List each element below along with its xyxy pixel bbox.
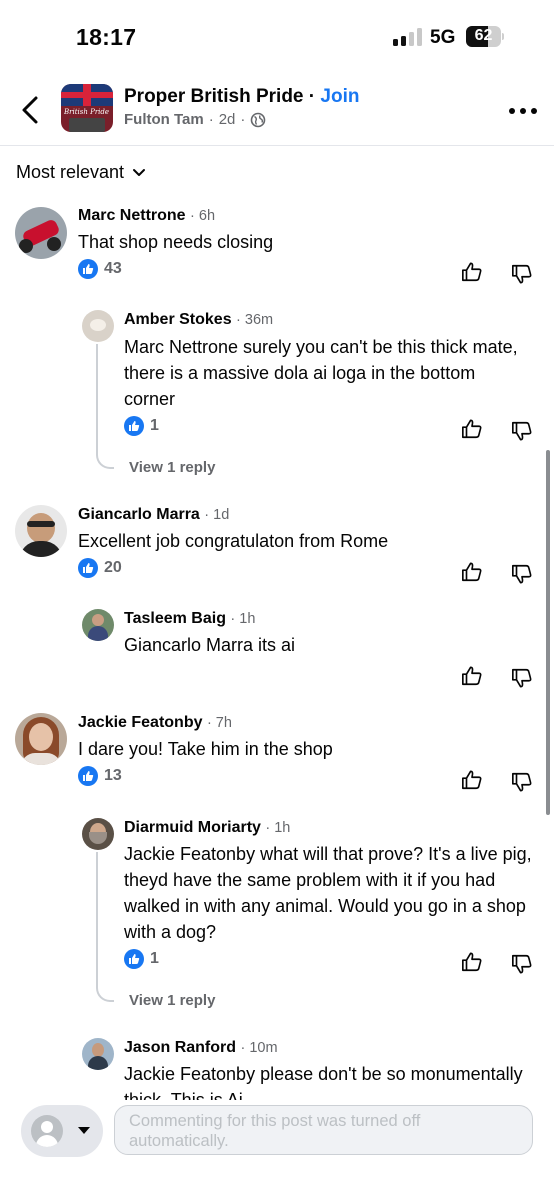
comment-text: Marc Nettrone surely you can't be this t…	[124, 337, 518, 409]
network-type: 5G	[430, 27, 456, 48]
thread-line	[96, 852, 114, 1002]
view-replies-button[interactable]: View 1 reply	[129, 992, 215, 1009]
post-header: British Pride Proper British Pride · Joi…	[0, 72, 554, 146]
thumbs-down-icon	[512, 954, 532, 974]
thumbs-up-icon	[462, 262, 482, 282]
battery-level: 62	[474, 27, 493, 44]
globe-icon	[251, 112, 266, 127]
comment-author: Jackie Featonby · 7h	[78, 714, 232, 731]
thumbs-up-icon	[462, 419, 482, 439]
downvote-button[interactable]	[511, 953, 533, 975]
post-meta: Fulton Tam · 2d ·	[124, 111, 266, 128]
like-badge-icon	[124, 949, 144, 969]
thumbs-down-icon	[512, 772, 532, 792]
meta-separator: ·	[208, 111, 214, 128]
avatar[interactable]	[15, 505, 67, 557]
group-avatar-logo: British Pride	[64, 108, 110, 116]
more-options-button[interactable]	[509, 108, 537, 114]
downvote-button[interactable]	[511, 263, 533, 285]
like-badge-icon	[78, 259, 98, 279]
comment-input[interactable]: Commenting for this post was turned off …	[114, 1105, 533, 1155]
thumbs-down-icon	[512, 264, 532, 284]
group-avatar[interactable]: British Pride	[61, 84, 113, 132]
group-name[interactable]: Proper British Pride	[124, 86, 304, 107]
downvote-button[interactable]	[511, 667, 533, 689]
sort-dropdown[interactable]: Most relevant	[16, 162, 146, 183]
like-badge-icon	[124, 416, 144, 436]
upvote-button[interactable]	[461, 665, 483, 687]
avatar[interactable]	[15, 713, 67, 765]
thread-line	[96, 344, 114, 469]
avatar[interactable]	[82, 818, 114, 850]
upvote-button[interactable]	[461, 951, 483, 973]
thumbs-up-icon	[462, 952, 482, 972]
back-button[interactable]	[18, 94, 44, 126]
comment-author: Jason Ranford · 10m	[124, 1039, 278, 1056]
comment-composer: Commenting for this post was turned off …	[0, 1100, 554, 1200]
reaction-count[interactable]: 43	[78, 259, 122, 279]
title-separator: ·	[308, 86, 316, 107]
comment-input-placeholder: Commenting for this post was turned off …	[129, 1112, 421, 1150]
upvote-button[interactable]	[461, 418, 483, 440]
join-button[interactable]: Join	[320, 86, 359, 107]
profile-icon	[31, 1115, 63, 1147]
avatar[interactable]	[82, 310, 114, 342]
comment-text: That shop needs closing	[78, 232, 274, 252]
comment-author: Diarmuid Moriarty · 1h	[124, 819, 291, 836]
thumbs-up-icon	[462, 666, 482, 686]
sort-label: Most relevant	[16, 162, 125, 182]
back-arrow-icon	[22, 96, 38, 124]
thumbs-down-icon	[512, 564, 532, 584]
caret-down-icon	[78, 1127, 90, 1134]
thumbs-up-icon	[462, 562, 482, 582]
comment-author: Tasleem Baig · 1h	[124, 610, 256, 627]
reaction-count[interactable]: 13	[78, 766, 122, 786]
comment-text: Excellent job congratulaton from Rome	[78, 531, 389, 551]
cellular-signal-icon	[393, 28, 423, 46]
comment-text: Jackie Featonby what will that prove? It…	[124, 844, 532, 942]
battery-icon: 62	[466, 26, 504, 47]
like-badge-icon	[78, 558, 98, 578]
status-bar: 18:17 5G 62	[0, 0, 554, 72]
comment-text: Giancarlo Marra its ai	[124, 635, 296, 655]
avatar[interactable]	[82, 609, 114, 641]
upvote-button[interactable]	[461, 769, 483, 791]
status-time: 18:17	[76, 24, 137, 50]
reaction-count[interactable]: 1	[124, 949, 159, 969]
post-author[interactable]: Fulton Tam	[124, 111, 204, 128]
upvote-button[interactable]	[461, 261, 483, 283]
upvote-button[interactable]	[461, 561, 483, 583]
thumbs-down-icon	[512, 421, 532, 441]
thumbs-up-icon	[462, 770, 482, 790]
reaction-count[interactable]: 20	[78, 558, 122, 578]
chevron-down-icon	[133, 168, 146, 176]
downvote-button[interactable]	[511, 563, 533, 585]
reaction-count[interactable]: 1	[124, 416, 159, 436]
group-title: Proper British Pride · Join	[124, 86, 359, 108]
comment-author: Giancarlo Marra · 1d	[78, 506, 230, 523]
avatar[interactable]	[15, 207, 67, 259]
scrollbar[interactable]	[546, 450, 550, 815]
downvote-button[interactable]	[511, 420, 533, 442]
comment-author: Amber Stokes · 36m	[124, 311, 274, 328]
profile-switcher[interactable]	[21, 1105, 103, 1157]
avatar[interactable]	[82, 1038, 114, 1070]
meta-separator: ·	[240, 111, 246, 128]
thumbs-down-icon	[512, 668, 532, 688]
view-replies-button[interactable]: View 1 reply	[129, 459, 215, 476]
like-badge-icon	[78, 766, 98, 786]
comment-author: Marc Nettrone · 6h	[78, 207, 216, 224]
downvote-button[interactable]	[511, 771, 533, 793]
post-age: 2d	[218, 111, 236, 128]
comment-text: I dare you! Take him in the shop	[78, 739, 333, 759]
